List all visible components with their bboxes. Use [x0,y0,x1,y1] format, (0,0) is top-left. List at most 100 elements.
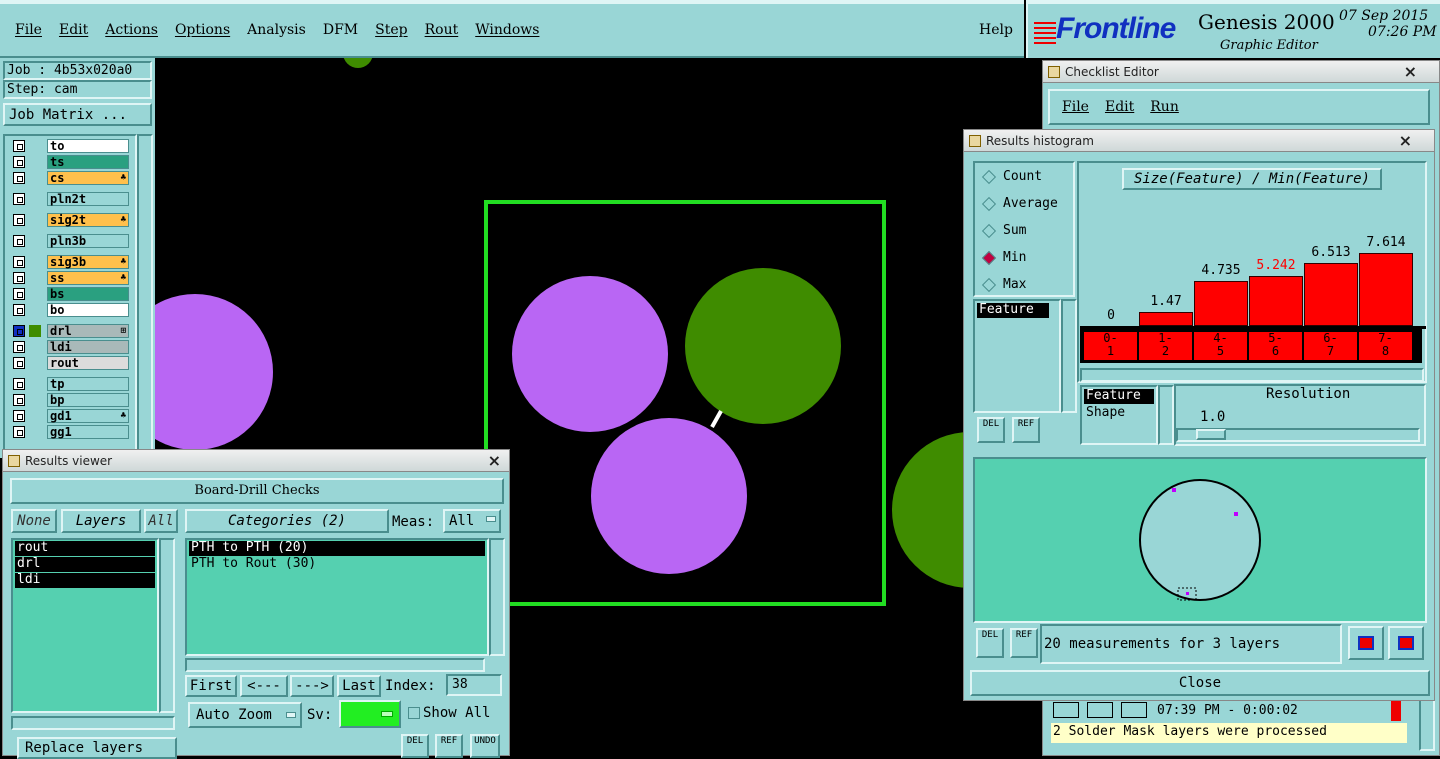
menu-dfm[interactable]: DFM [323,22,358,38]
layer-row[interactable]: sig2t ♣ [13,213,129,227]
zoom-to-feature-icon[interactable] [1348,626,1384,660]
layer-name[interactable]: rout [47,356,129,370]
close-icon[interactable]: × [1399,131,1412,150]
layer-results-hscroll[interactable] [11,716,175,730]
layer-row[interactable]: pln2t [13,192,129,206]
layer-checkbox[interactable] [13,288,25,300]
histogram-bar[interactable] [1249,276,1303,326]
layer-name[interactable]: cs ♣ [47,171,129,185]
show-all-checkbox[interactable] [408,707,420,719]
layer-checkbox[interactable] [13,256,25,268]
all-button[interactable]: All [144,509,178,533]
shape-option[interactable]: Shape [1084,406,1154,421]
next-button[interactable]: ---> [290,675,334,697]
ref-button[interactable]: REF [435,734,463,758]
menu-edit[interactable]: Edit [59,22,88,38]
hist-del-button[interactable]: DEL [977,417,1005,443]
layer-scrollbar[interactable] [137,134,153,458]
category-scrollbar[interactable] [489,538,505,656]
category-label[interactable]: 5- 6 [1249,332,1302,360]
layer-row[interactable]: gd1 ♣ [13,409,129,423]
layer-row[interactable]: gg1 [13,425,129,439]
category-label[interactable]: 4- 5 [1194,332,1247,360]
mode-sum[interactable]: Sum [981,223,1026,238]
layer-name[interactable]: bo [47,303,129,317]
layer-name[interactable]: gd1 ♣ [47,409,129,423]
layer-checkbox[interactable] [13,235,25,247]
layer-row[interactable]: ss ♣ [13,271,129,285]
feature-list-item[interactable]: Feature [977,303,1049,318]
histogram-titlebar[interactable]: Results histogram × [964,130,1434,152]
layer-name[interactable]: ldi [47,340,129,354]
mode-average[interactable]: Average [981,196,1058,211]
mode-count[interactable]: Count [981,169,1042,184]
layers-button[interactable]: Layers [61,509,141,533]
layer-row[interactable]: to [13,139,129,153]
feature-list-scrollbar[interactable] [1061,299,1077,413]
histogram-bar[interactable] [1194,281,1248,326]
layer-checkbox[interactable] [13,426,25,438]
mode-max[interactable]: Max [981,277,1026,292]
del-button[interactable]: DEL [401,734,429,758]
layer-checkbox[interactable] [13,172,25,184]
categories-button[interactable]: Categories (2) [185,509,389,533]
preview-del-button[interactable]: DEL [976,628,1004,658]
canvas-pth-1[interactable] [512,276,668,432]
layer-row[interactable]: cs ♣ [13,171,129,185]
layer-name[interactable]: sig2t ♣ [47,213,129,227]
mode-min[interactable]: Min [981,250,1026,265]
layer-name[interactable]: ss ♣ [47,271,129,285]
layer-row[interactable]: ts [13,155,129,169]
layer-checkbox[interactable] [13,156,25,168]
result-layer-item[interactable]: rout [15,541,155,556]
checklist-titlebar[interactable]: Checklist Editor × [1043,61,1439,83]
layer-name[interactable]: ts [47,155,129,169]
first-button[interactable]: First [185,675,237,697]
layer-row[interactable]: bp [13,393,129,407]
layer-row[interactable]: sig3b ♣ [13,255,129,269]
layer-row[interactable]: tp [13,377,129,391]
layer-checkbox[interactable] [13,378,25,390]
checklist-menu-run[interactable]: Run [1150,99,1179,115]
sv-color-dropdown[interactable] [339,700,401,728]
resolution-slider-thumb[interactable] [1196,429,1226,440]
histogram-bar[interactable] [1304,263,1358,326]
layer-checkbox[interactable] [13,214,25,226]
index-input[interactable]: 38 [446,674,502,696]
histogram-bar[interactable] [1359,253,1413,326]
zoom-dropdown[interactable]: Auto Zoom [188,702,302,728]
feature-shape-scrollbar[interactable] [1158,385,1174,445]
close-icon[interactable]: × [1404,62,1417,81]
undo-button[interactable]: UNDO [470,734,500,758]
menu-windows[interactable]: Windows [475,22,539,38]
canvas-pth-2[interactable] [685,268,841,424]
zoom-home-icon[interactable] [1388,626,1424,660]
layer-checkbox[interactable] [13,272,25,284]
layer-checkbox[interactable] [13,304,25,316]
category-label[interactable]: 6- 7 [1304,332,1357,360]
menu-step[interactable]: Step [375,22,407,38]
category-label[interactable]: 0- 1 [1084,332,1137,360]
close-icon[interactable]: × [488,451,501,470]
checklist-menu-file[interactable]: File [1062,99,1089,115]
layer-row[interactable]: ldi [13,340,129,354]
layer-checkbox[interactable] [13,357,25,369]
hist-ref-button[interactable]: REF [1012,417,1040,443]
job-matrix-button[interactable]: Job Matrix ... [3,103,152,126]
menu-file[interactable]: File [15,22,42,38]
layer-checkbox[interactable] [13,394,25,406]
category-item[interactable]: PTH to Rout (30) [189,557,485,572]
layer-row[interactable]: bo [13,303,129,317]
layer-row[interactable]: pln3b [13,234,129,248]
last-button[interactable]: Last [337,675,381,697]
checklist-menu-edit[interactable]: Edit [1105,99,1134,115]
layer-name[interactable]: bs [47,287,129,301]
category-label[interactable]: 1- 2 [1139,332,1192,360]
layer-name[interactable]: pln3b [47,234,129,248]
menu-actions[interactable]: Actions [105,22,158,38]
layer-checkbox[interactable] [13,341,25,353]
layer-row[interactable]: rout [13,356,129,370]
feature-option[interactable]: Feature [1084,389,1154,404]
menu-analysis[interactable]: Analysis [247,22,306,38]
layer-name[interactable]: to [47,139,129,153]
